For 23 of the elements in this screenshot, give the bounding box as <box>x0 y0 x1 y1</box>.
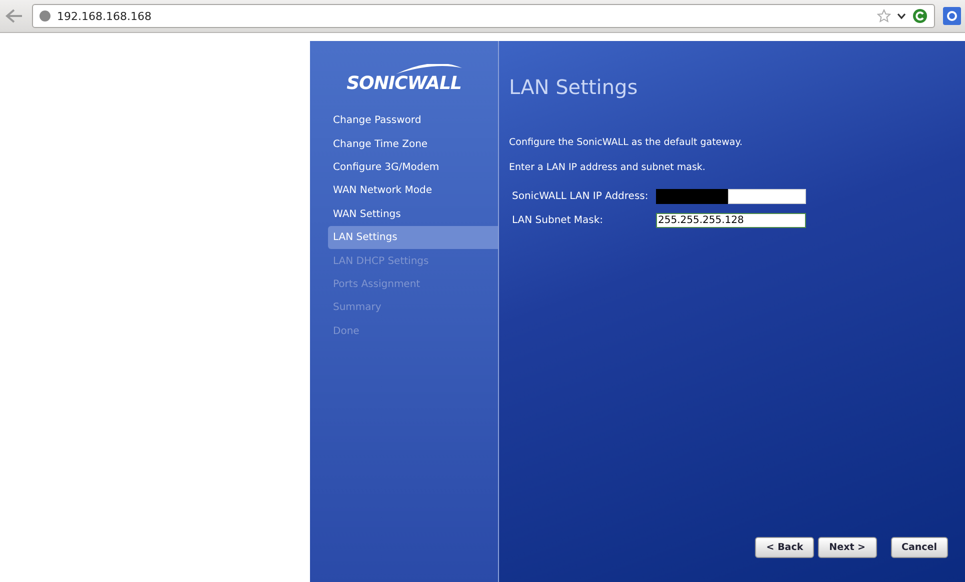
chevron-down-icon[interactable] <box>897 12 906 20</box>
swoosh-icon <box>394 64 464 74</box>
input-field[interactable] <box>728 188 806 204</box>
field-label: LAN Subnet Mask: <box>512 214 604 226</box>
wizard-step[interactable]: LAN Settings <box>328 226 498 250</box>
logo-text: SONICWALL <box>346 74 462 94</box>
wizard-step[interactable]: Change Time Zone <box>328 132 498 156</box>
instruction-text: Configure the SonicWALL as the default gateway. <box>509 137 744 148</box>
wizard-step[interactable]: WAN Settings <box>328 202 498 226</box>
redaction-bar <box>656 188 728 204</box>
wizard-step[interactable]: WAN Network Mode <box>328 179 498 203</box>
star-icon[interactable] <box>877 9 891 23</box>
instruction-text: Enter a LAN IP address and subnet mask. <box>509 162 706 173</box>
wizard-step[interactable]: Configure 3G/Modem <box>328 156 498 180</box>
input-field[interactable]: 255.255.255.128 <box>656 212 806 228</box>
wizard-button[interactable]: Next > <box>818 537 877 558</box>
wizard-button[interactable]: Cancel <box>890 537 948 558</box>
address-bar[interactable]: 192.168.168.168 <box>32 4 935 28</box>
field-label: SonicWALL LAN IP Address: <box>512 190 650 202</box>
reload-icon[interactable] <box>912 8 928 24</box>
wizard-button[interactable]: < Back <box>755 537 814 558</box>
page-title: LAN Settings <box>509 75 639 99</box>
wizard-step[interactable]: Change Password <box>328 109 498 132</box>
